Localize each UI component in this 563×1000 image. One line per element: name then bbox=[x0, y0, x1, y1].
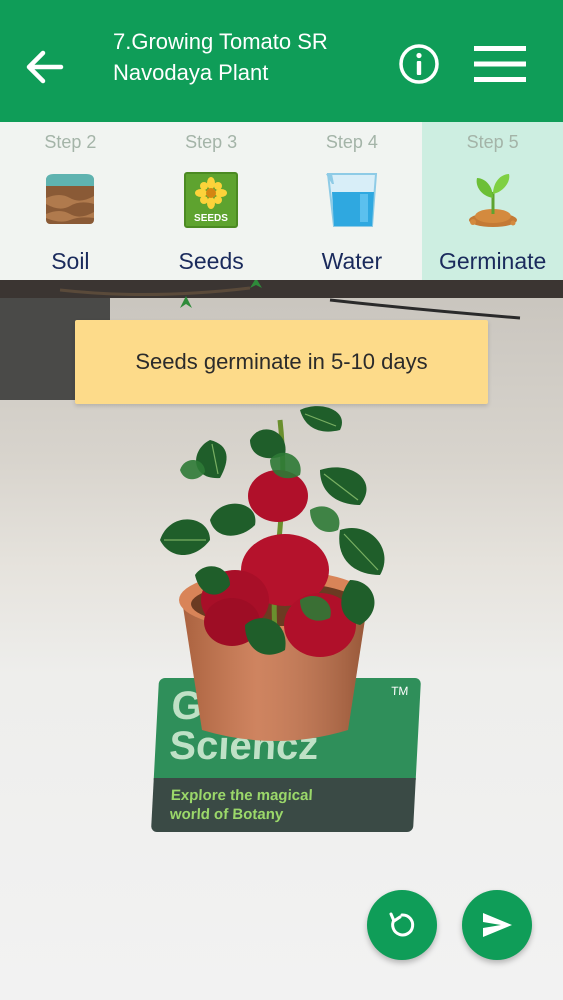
back-button[interactable] bbox=[18, 40, 72, 94]
info-button[interactable] bbox=[397, 42, 441, 86]
page-title: 7.Growing Tomato SR Navodaya Plant bbox=[113, 26, 383, 88]
step-water[interactable]: Step 4 Water bbox=[282, 122, 423, 280]
step-number: Step 2 bbox=[44, 132, 97, 152]
step-label: Water bbox=[321, 248, 383, 274]
step-bar: Step 2 Soil Step 3 SEEDS Seeds Step 4 Wa… bbox=[0, 122, 563, 280]
soil-icon bbox=[46, 174, 95, 224]
title-line-2: Navodaya Plant bbox=[113, 60, 269, 85]
marker-tagline-line-2: world of Botany bbox=[169, 806, 284, 823]
step-label: Soil bbox=[51, 248, 90, 274]
marker-tagline: Explore the magical world of Botany bbox=[150, 778, 416, 832]
next-button[interactable] bbox=[462, 890, 532, 960]
step-number: Step 4 bbox=[325, 132, 378, 152]
hamburger-menu-icon bbox=[474, 46, 526, 82]
info-icon bbox=[399, 44, 439, 84]
menu-button[interactable] bbox=[470, 42, 530, 86]
rotate-icon bbox=[389, 912, 415, 937]
seeds-icon: SEEDS bbox=[184, 172, 239, 228]
send-icon bbox=[483, 913, 512, 937]
step-germinate[interactable]: Step 5 Germinate bbox=[422, 122, 563, 280]
step-label: Seeds bbox=[178, 248, 244, 274]
water-icon bbox=[325, 173, 377, 227]
arrow-left-icon bbox=[26, 50, 64, 84]
germinate-icon bbox=[468, 174, 517, 227]
step-soil[interactable]: Step 2 Soil bbox=[0, 122, 141, 280]
marker-tagline-line-1: Explore the magical bbox=[170, 787, 314, 804]
reset-button[interactable] bbox=[367, 890, 437, 960]
germination-tooltip: Seeds germinate in 5-10 days bbox=[75, 320, 488, 404]
step-label: Germinate bbox=[438, 248, 547, 274]
seeds-packet-text: SEEDS bbox=[194, 213, 228, 224]
step-number: Step 5 bbox=[466, 132, 519, 152]
step-seeds[interactable]: Step 3 SEEDS Seeds bbox=[141, 122, 282, 280]
title-line-1: 7.Growing Tomato SR bbox=[113, 29, 328, 54]
tomato-plant-model bbox=[160, 406, 385, 741]
step-number: Step 3 bbox=[185, 132, 238, 152]
app-header: 7.Growing Tomato SR Navodaya Plant bbox=[0, 0, 563, 122]
